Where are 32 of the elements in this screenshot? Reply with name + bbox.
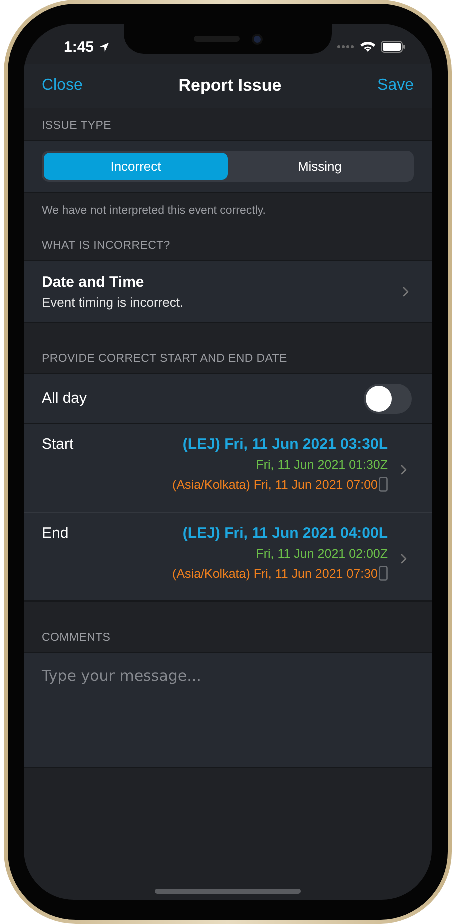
phone-icon xyxy=(379,477,388,492)
segment-tab[interactable]: Missing xyxy=(228,153,412,180)
status-time: 1:45 xyxy=(64,38,94,56)
date-label: End xyxy=(42,525,69,544)
section-header: WHAT IS INCORRECT? xyxy=(42,240,170,252)
all-day-label: All day xyxy=(42,390,88,407)
device-time: (Asia/Kolkata) Fri, 11 Jun 2021 07:00 xyxy=(172,478,378,492)
local-time: (LEJ) Fri, 11 Jun 2021 03:30L xyxy=(182,436,388,453)
wifi-icon xyxy=(360,41,376,53)
list-cell[interactable]: Date and Time Event timing is incorrect. xyxy=(24,261,432,323)
screen-title: Report Issue xyxy=(178,76,282,96)
section-header: PROVIDE CORRECT START AND END DATE xyxy=(42,353,288,365)
all-day-switch[interactable] xyxy=(364,384,412,414)
utc-time: Fri, 11 Jun 2021 01:30Z xyxy=(256,458,388,472)
section-header: ISSUE TYPE xyxy=(42,120,112,132)
utc-time: Fri, 11 Jun 2021 02:00Z xyxy=(256,547,388,561)
battery-icon xyxy=(381,41,406,53)
cell-subtitle: Event timing is incorrect. xyxy=(42,294,184,310)
save-button[interactable]: Save xyxy=(378,77,414,95)
comment-field[interactable]: Type your message... xyxy=(24,653,432,768)
section-note: We have not interpreted this event correctly. xyxy=(42,205,266,217)
signal-icon xyxy=(337,45,355,49)
location-arrow-icon xyxy=(99,42,110,52)
local-time: (LEJ) Fri, 11 Jun 2021 04:00L xyxy=(182,525,388,542)
date-label: Start xyxy=(42,436,74,455)
camera-icon xyxy=(252,34,262,44)
segment-tab[interactable]: Incorrect xyxy=(44,153,228,180)
cell-title: Date and Time xyxy=(42,274,146,290)
section-header: COMMENTS xyxy=(42,632,111,644)
device-time: (Asia/Kolkata) Fri, 11 Jun 2021 07:30 xyxy=(172,566,378,580)
phone-icon xyxy=(379,566,388,581)
close-button[interactable]: Close xyxy=(42,77,83,95)
